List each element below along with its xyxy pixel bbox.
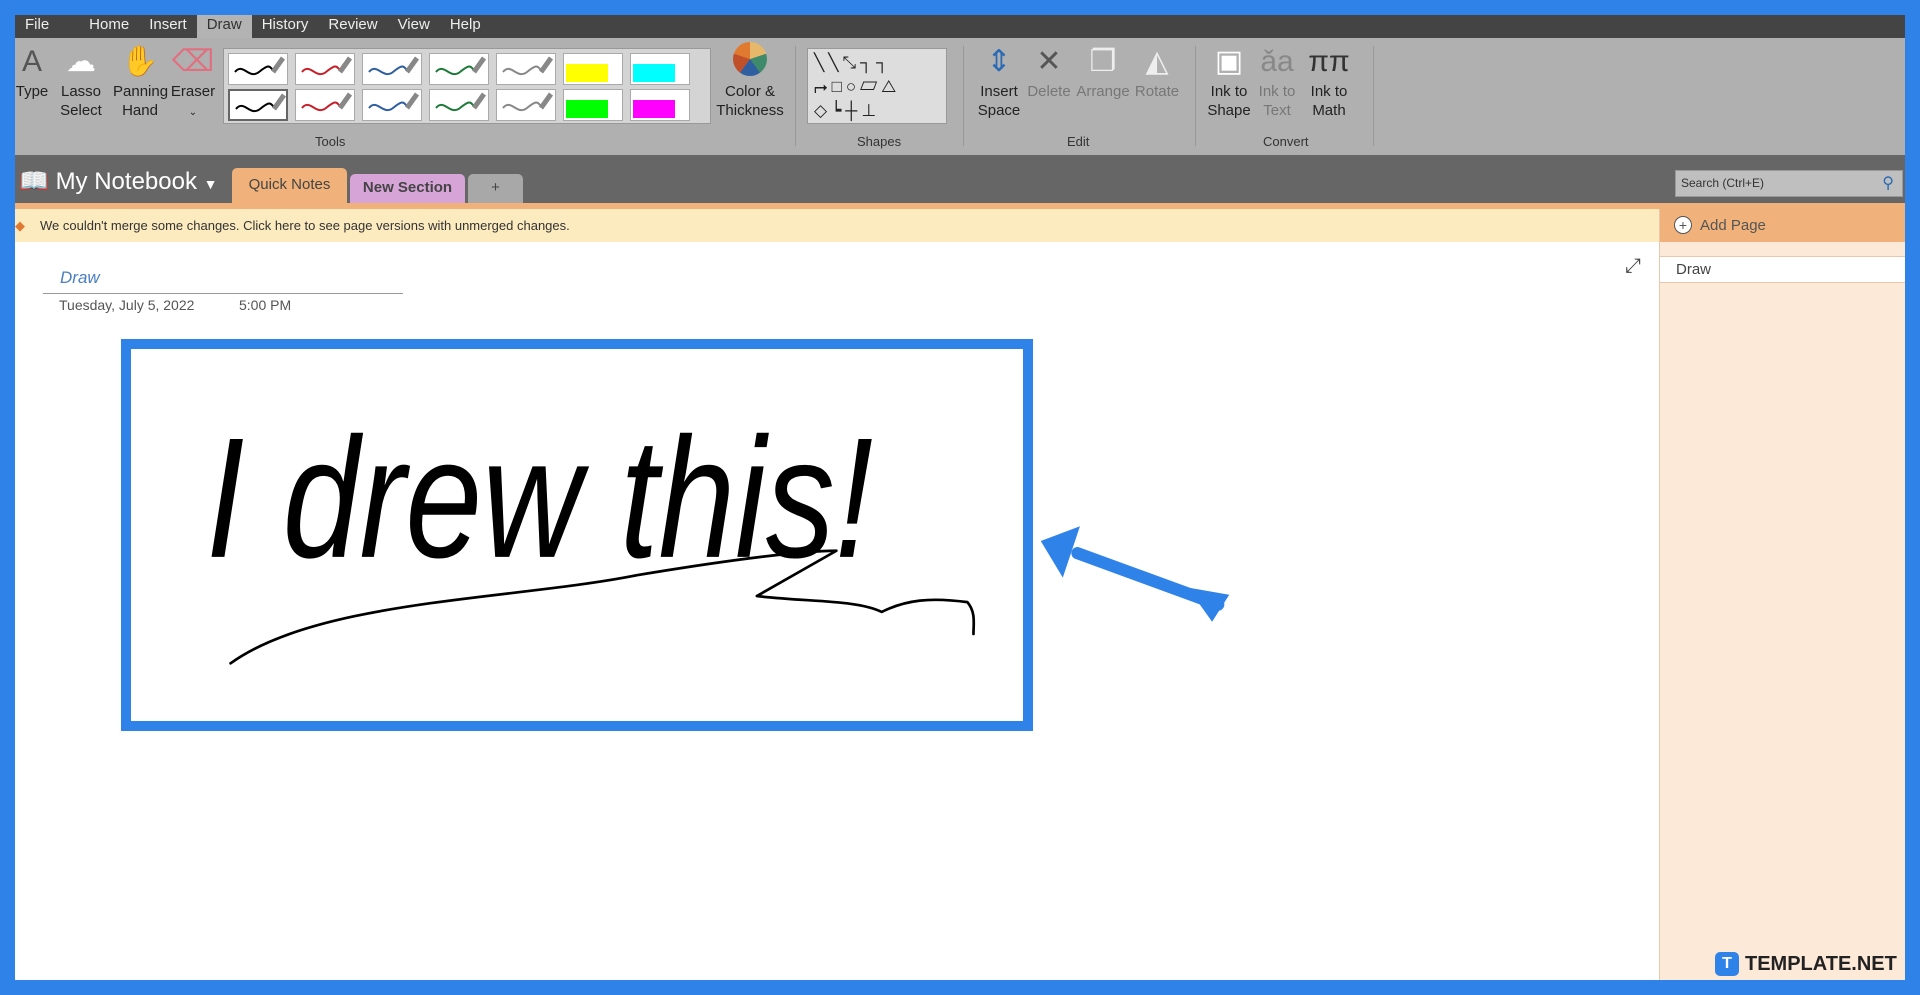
arrow-pointer xyxy=(1040,526,1230,622)
handwriting-text[interactable]: I drew this! xyxy=(206,403,873,594)
ink-drawing-layer: I drew this! xyxy=(206,403,1230,665)
